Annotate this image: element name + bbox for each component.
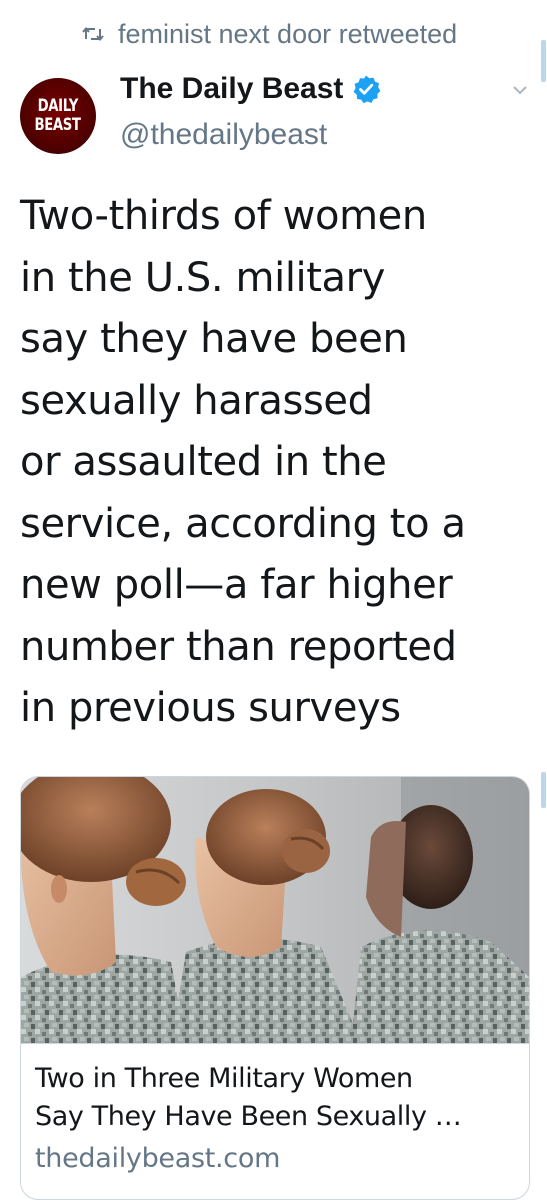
avatar[interactable]: DAILY BEAST — [20, 78, 96, 154]
article-photo[interactable] — [21, 777, 529, 1043]
retweet-text: feminist next door retweeted — [118, 18, 458, 49]
author-name-row[interactable]: The Daily Beast — [120, 72, 381, 106]
link-card[interactable]: Two in Three Military Women Say They Hav… — [20, 776, 530, 1200]
retweet-icon — [82, 24, 104, 44]
author-name[interactable]: The Daily Beast — [120, 72, 343, 106]
chevron-down-icon[interactable] — [510, 80, 530, 100]
scroll-indicator[interactable] — [541, 772, 546, 808]
tweet-text-line: service, according to a — [20, 500, 466, 547]
retweet-context[interactable]: feminist next door retweeted — [82, 14, 457, 54]
avatar-logo-line-1: DAILY — [37, 96, 79, 116]
avatar-logo-line-2: BEAST — [34, 115, 82, 135]
tweet-text-line: or assaulted in the — [20, 439, 387, 485]
card-domain[interactable]: thedailybeast.com — [35, 1140, 515, 1178]
tweet-text-line: in the U.S. military — [20, 254, 385, 301]
tweet-text-line: new poll—a far higher — [20, 562, 453, 608]
tweet-text-line: Two-thirds of women — [20, 193, 427, 239]
card-title-line: Two in Three Military Women — [35, 1063, 413, 1094]
scroll-indicator[interactable] — [541, 40, 546, 82]
tweet-text-line: number than reported — [20, 623, 457, 670]
tweet-text: Two-thirds of women in the U.S. military… — [20, 186, 530, 740]
author-handle[interactable]: @thedailybeast — [120, 118, 327, 152]
card-title-line: Say They Have Been Sexually … — [35, 1101, 462, 1132]
card-body[interactable]: Two in Three Military Women Say They Hav… — [21, 1043, 529, 1178]
tweet-text-line: in previous surveys — [20, 685, 401, 731]
tweet-text-line: sexually harassed — [20, 377, 373, 424]
card-title[interactable]: Two in Three Military Women Say They Hav… — [35, 1060, 515, 1136]
verified-badge-icon — [351, 74, 381, 104]
tweet-text-line: say they have been — [20, 316, 408, 362]
